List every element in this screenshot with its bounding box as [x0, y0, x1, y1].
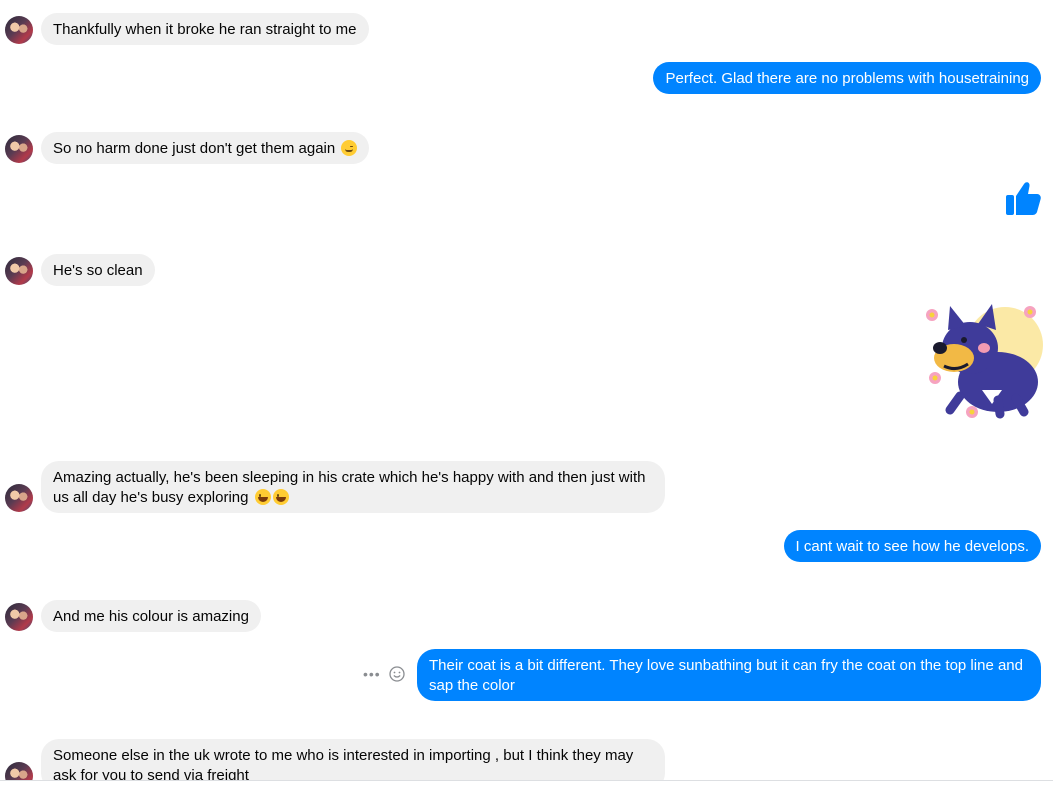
incoming-message-bubble[interactable]: So no harm done just don't get them agai…	[41, 132, 370, 164]
outgoing-message-bubble[interactable]: Their coat is a bit different. They love…	[417, 649, 1041, 701]
tears-of-joy-emoji-icon	[272, 489, 289, 505]
contact-avatar[interactable]	[5, 603, 33, 631]
message-text: And me his colour is amazing	[53, 608, 249, 625]
incoming-message-bubble[interactable]: Thankfully when it broke he ran straight…	[41, 13, 369, 45]
message-text: Thankfully when it broke he ran straight…	[53, 21, 357, 38]
winking-face-emoji-icon	[341, 140, 358, 156]
contact-avatar[interactable]	[5, 257, 33, 285]
thread-bottom-divider	[0, 780, 1053, 781]
outgoing-message-bubble[interactable]: I cant wait to see how he develops.	[783, 530, 1041, 562]
dog-sticker[interactable]	[920, 300, 1044, 426]
message-text: He's so clean	[53, 262, 143, 279]
contact-avatar[interactable]	[5, 484, 33, 512]
react-icon[interactable]	[389, 666, 405, 682]
message-text: So no harm done just don't get them agai…	[53, 140, 336, 157]
incoming-message-bubble[interactable]: Amazing actually, he's been sleeping in …	[41, 461, 665, 513]
message-hover-tools: •••	[363, 666, 405, 682]
message-text: Perfect. Glad there are no problems with…	[665, 70, 1029, 87]
contact-avatar[interactable]	[5, 135, 33, 163]
message-text: Amazing actually, he's been sleeping in …	[53, 469, 646, 506]
contact-avatar[interactable]	[5, 16, 33, 44]
incoming-message-bubble[interactable]: And me his colour is amazing	[41, 600, 261, 632]
message-thread: Thankfully when it broke he ran straight…	[0, 0, 1053, 780]
message-text: Someone else in the uk wrote to me who i…	[53, 747, 634, 780]
outgoing-message-bubble[interactable]: Perfect. Glad there are no problems with…	[653, 62, 1041, 94]
more-options-icon[interactable]: •••	[363, 667, 381, 681]
incoming-message-bubble[interactable]: Someone else in the uk wrote to me who i…	[41, 739, 665, 780]
incoming-message-bubble[interactable]: He's so clean	[41, 254, 155, 286]
message-text: I cant wait to see how he develops.	[795, 538, 1029, 555]
tears-of-joy-emoji-icon	[254, 489, 271, 505]
contact-avatar[interactable]	[5, 762, 33, 780]
message-text: Their coat is a bit different. They love…	[429, 657, 1023, 694]
thumbs-up-icon[interactable]	[1004, 180, 1042, 218]
